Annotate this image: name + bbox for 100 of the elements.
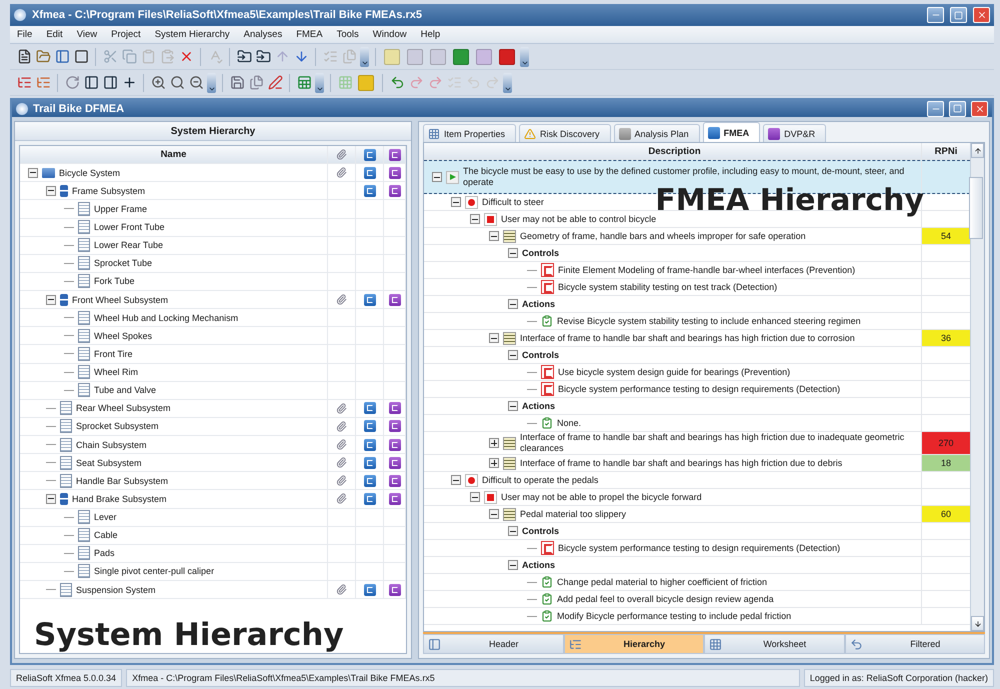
tile-icon[interactable]	[407, 48, 423, 64]
tree-item[interactable]: Interface of frame to handle bar shaft and bearings has high friction due to debris	[520, 458, 842, 468]
collapse-toggle[interactable]	[432, 172, 442, 182]
group-heading[interactable]: Controls	[522, 526, 559, 536]
folder-icon[interactable]	[236, 48, 252, 64]
collapse-toggle[interactable]	[489, 509, 499, 519]
panel-icon[interactable]	[83, 74, 99, 90]
files-icon[interactable]	[248, 74, 264, 90]
tree-item[interactable]: Sprocket Subsystem	[76, 421, 159, 432]
tree-item[interactable]: User may not be able to control bicycle	[501, 214, 656, 224]
tab[interactable]: Analysis Plan	[614, 124, 700, 142]
tree-item[interactable]: Pedal material too slippery	[520, 508, 626, 520]
tree-item[interactable]: Difficult to steer	[482, 196, 544, 208]
tree-item[interactable]: Pads	[94, 548, 115, 558]
view-tab[interactable]: Header	[423, 634, 564, 654]
collapse-toggle[interactable]	[508, 526, 518, 536]
expand-toggle[interactable]	[489, 438, 499, 448]
collapse-toggle[interactable]	[508, 401, 518, 411]
collapse-toggle[interactable]	[451, 475, 461, 485]
scroll-thumb[interactable]	[969, 177, 983, 239]
panel-icon[interactable]	[102, 74, 118, 90]
tree-item[interactable]: Hand Brake Subsystem	[72, 494, 167, 504]
tree-item[interactable]: Interface of frame to handle bar shaft and bearings has high friction due to corrosion	[520, 332, 855, 344]
close-button[interactable]	[971, 100, 988, 116]
tile-icon[interactable]	[384, 48, 400, 64]
close-button[interactable]	[973, 7, 990, 23]
tree-item[interactable]: Chain Subsystem	[76, 440, 147, 450]
collapse-toggle[interactable]	[508, 350, 518, 360]
menu-item[interactable]: File	[10, 29, 40, 40]
tile-icon[interactable]	[358, 74, 374, 90]
save-icon[interactable]	[229, 74, 245, 90]
panel-icon[interactable]	[54, 48, 70, 64]
tree-item[interactable]: Sprocket Tube	[94, 258, 152, 268]
tree-item[interactable]: Seat Subsystem	[76, 458, 142, 468]
tree-item[interactable]: Lever	[94, 512, 117, 522]
tab[interactable]: FMEA	[702, 122, 760, 142]
maximize-button[interactable]	[949, 100, 966, 116]
group-heading[interactable]: Controls	[522, 248, 559, 258]
expand-toggle[interactable]	[489, 458, 499, 468]
menu-item[interactable]: System Hierarchy	[148, 29, 237, 40]
tab[interactable]: DVP&R	[763, 124, 826, 142]
spreadsheet-icon[interactable]	[296, 74, 312, 90]
tree-item[interactable]: Use bicycle system design guide for bearings (Prevention)	[558, 366, 790, 378]
dropdown-button[interactable]	[360, 46, 369, 66]
dropdown-button[interactable]	[520, 46, 529, 66]
tree-item[interactable]: Interface of frame to handle bar shaft and bearings has high friction due to inadequate geometric clearances	[520, 432, 921, 454]
group-heading[interactable]: Actions	[522, 560, 556, 570]
new-file-icon[interactable]	[16, 48, 32, 64]
menu-item[interactable]: Edit	[39, 29, 70, 40]
open-folder-icon[interactable]	[35, 48, 51, 64]
tree-item[interactable]: Wheel Spokes	[94, 330, 152, 341]
zoom-out-icon[interactable]	[188, 74, 204, 90]
collapse-toggle[interactable]	[46, 294, 56, 305]
tree-item[interactable]: Geometry of frame, handle bars and wheels improper for safe operation	[520, 230, 806, 242]
search-icon[interactable]	[169, 74, 185, 90]
view-tab[interactable]: Filtered	[844, 634, 985, 654]
undo-icon[interactable]	[389, 74, 405, 90]
tree-item[interactable]: Rear Wheel Subsystem	[76, 403, 171, 414]
tree-icon[interactable]	[35, 74, 51, 90]
tree-item[interactable]: None.	[557, 418, 582, 428]
tree-item[interactable]: Handle Bar Subsystem	[76, 476, 168, 486]
tree-item[interactable]: Bicycle system stability testing on test track (Detection)	[558, 282, 778, 292]
menu-item[interactable]: Window	[366, 29, 414, 40]
tree-item[interactable]: Single pivot center-pull caliper	[94, 566, 214, 576]
scroll-down-button[interactable]	[971, 616, 984, 631]
menu-item[interactable]: Project	[104, 29, 148, 40]
menu-item[interactable]: Help	[414, 29, 448, 40]
tile-icon[interactable]	[430, 48, 446, 64]
collapse-toggle[interactable]	[46, 494, 56, 504]
tree-item[interactable]: Finite Element Modeling of frame-handle bar-wheel interfaces (Prevention)	[558, 264, 856, 276]
minimize-button[interactable]	[927, 100, 944, 116]
tree-item[interactable]: Suspension System	[76, 584, 156, 595]
menu-item[interactable]: Tools	[330, 29, 366, 40]
tree-item[interactable]: Bicycle System	[59, 168, 120, 178]
group-heading[interactable]: Controls	[522, 350, 559, 360]
tree-item[interactable]: Front Wheel Subsystem	[72, 294, 168, 305]
tree-item[interactable]: Wheel Hub and Locking Mechanism	[94, 312, 238, 323]
folder-icon[interactable]	[255, 48, 271, 64]
tree-item[interactable]: Difficult to operate the pedals	[482, 474, 598, 486]
tree-item[interactable]: Bicycle system performance testing to design requirements (Detection)	[558, 384, 840, 394]
zoom-in-icon[interactable]	[150, 74, 166, 90]
square-icon[interactable]	[73, 48, 89, 64]
pen-icon[interactable]	[267, 74, 283, 90]
tree-item[interactable]: Fork Tube	[94, 276, 135, 286]
dropdown-button[interactable]	[315, 72, 324, 92]
menu-item[interactable]: View	[70, 29, 104, 40]
clipboard-icon[interactable]	[140, 48, 156, 64]
scroll-up-button[interactable]	[971, 143, 984, 158]
collapse-toggle[interactable]	[470, 492, 480, 502]
tree-item[interactable]: Add pedal feel to overall bicycle design review agenda	[557, 594, 774, 604]
collapse-toggle[interactable]	[508, 299, 518, 309]
tree-item[interactable]: Frame Subsystem	[72, 186, 146, 196]
collapse-toggle[interactable]	[470, 214, 480, 224]
tree-item[interactable]: User may not be able to propel the bicycle forward	[501, 492, 702, 502]
tile-icon[interactable]	[476, 48, 492, 64]
tree-item[interactable]: Revise Bicycle system stability testing to include enhanced steering regimen	[557, 316, 861, 326]
collapse-toggle[interactable]	[489, 231, 499, 241]
tile-icon[interactable]	[499, 48, 515, 64]
collapse-toggle[interactable]	[489, 333, 499, 343]
group-heading[interactable]: Actions	[522, 298, 556, 310]
